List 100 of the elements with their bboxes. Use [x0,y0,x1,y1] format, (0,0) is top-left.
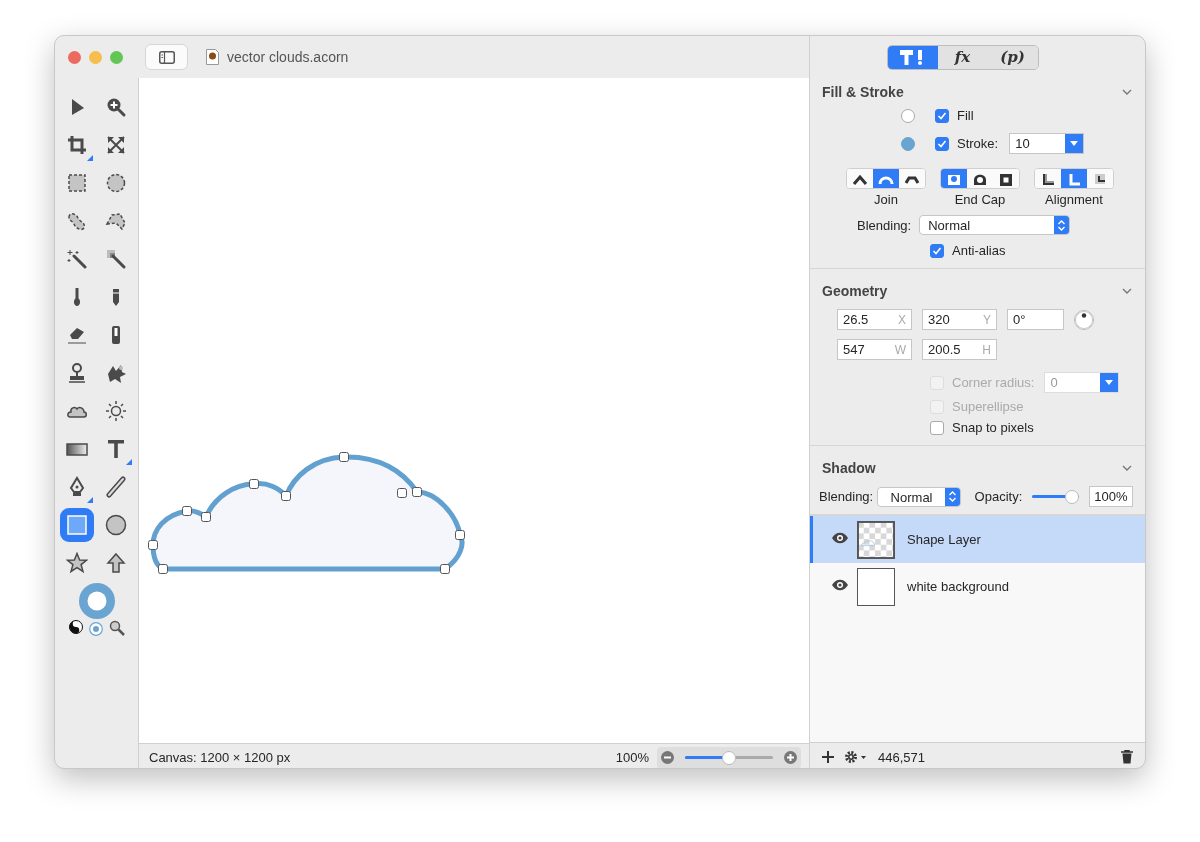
brush-tool-icon [72,286,82,308]
lasso-tool-icon [66,210,88,232]
pencil-tool-icon [111,286,121,308]
canvas-size-label: Canvas: 1200 × 1200 px [149,750,292,765]
polygon-lasso-tool-icon [105,210,127,232]
fill-label: Fill [957,108,974,123]
arrow-shape-tool-icon [105,552,127,574]
crop-tool-icon [66,134,88,156]
option-label: Snap to pixels [952,420,1034,435]
checkbox[interactable] [935,136,949,151]
rectangle-tool-icon [66,514,88,536]
group-label: Join [874,192,898,207]
dropdown-arrow-icon [1105,379,1114,386]
blending-label: Blending: [857,217,912,233]
geometry-field[interactable]: 320 Y [922,309,997,330]
layer-row[interactable]: Shape Layer [810,516,1145,563]
layer-row[interactable]: white background [810,563,1145,610]
add-icon[interactable] [822,751,834,763]
angle-dial[interactable] [1074,309,1094,330]
star-tool-icon [66,552,88,574]
geometry-field[interactable]: 200.5 H [922,339,997,360]
checkbox[interactable] [935,108,949,123]
opacity-slider[interactable] [1032,489,1080,504]
layer-name: Shape Layer [907,532,981,547]
blending-popup[interactable]: Normal [877,486,961,507]
opacity-field[interactable]: 100% [1089,486,1133,507]
miter-option-button[interactable] [847,169,873,188]
window-title: vector clouds.acorn [227,49,349,65]
yin-yang-icon[interactable] [68,620,83,634]
geometry-field[interactable]: 547 W [837,339,912,360]
eye-icon[interactable] [831,579,849,591]
checkbox[interactable] [930,420,944,435]
option-label: Superellipse [952,399,1024,414]
stepper-icon [1057,218,1067,232]
transform-tool-icon [105,134,127,156]
layer-thumbnail [857,567,895,606]
color-well[interactable] [78,583,115,619]
cursor-coordinates: 446,571 [878,749,926,765]
text-tool-icon [105,438,127,460]
target-icon[interactable] [88,622,103,636]
layer-thumbnail [857,520,895,559]
zoom-out-icon[interactable] [661,751,674,764]
center-option-button[interactable] [1061,169,1087,188]
anchor-handle[interactable] [440,564,450,574]
anchor-handle[interactable] [455,530,465,540]
stroke-label: Stroke: [957,136,999,151]
section-title: Fill & Stroke [822,84,904,100]
color-wand-tool-icon [105,248,127,270]
tool-button[interactable] [60,508,94,542]
outside-option-button[interactable] [1087,169,1113,188]
zoom-percentage: 100% [615,750,649,765]
layer-name: white background [907,579,1009,594]
sidebar-toggle-button[interactable] [145,44,188,70]
sidebar-icon [158,50,175,64]
line-tool-icon [105,476,127,498]
opacity-label: Opacity: [974,489,1023,504]
inspector-tab[interactable]: (p) [987,45,1038,69]
stamp-tool-icon [66,362,88,384]
anchor-handle[interactable] [249,479,259,489]
document-icon [206,49,219,65]
zoom-tool-icon [105,96,127,118]
blending-popup[interactable]: Normal [919,215,1071,235]
butt-option-button[interactable] [941,169,967,188]
section-title: Geometry [822,283,888,299]
anchor-handle[interactable] [148,540,158,550]
square-option-button[interactable] [993,169,1019,188]
magic-wand-tool-icon [66,248,88,270]
dropdown-arrow-icon [1070,140,1079,147]
stepper-icon [947,490,957,503]
anti-alias-label: Anti-alias [952,243,1006,258]
geometry-field[interactable]: 26.5 X [837,309,912,330]
inspector-tab[interactable]: fx [937,45,988,69]
close-button[interactable] [68,50,81,64]
round-option-button[interactable] [967,169,993,188]
inspector-tab[interactable] [887,45,938,69]
zoom-in-icon[interactable] [784,751,797,764]
gear-icon[interactable] [844,750,868,764]
checkbox[interactable] [930,243,944,258]
inside-option-button[interactable] [1035,169,1061,188]
ellipse-select-tool-icon [105,172,127,194]
eye-icon[interactable] [831,532,849,544]
zoom-slider[interactable] [685,750,773,765]
anchor-handle[interactable] [339,452,349,462]
magnifier-icon[interactable] [108,620,125,636]
group-label: End Cap [954,192,1006,207]
stroke-width-field[interactable]: 10 [1009,133,1085,154]
oval-tool-icon [105,514,127,536]
sun-tool-icon [105,400,127,422]
trash-icon[interactable] [1121,750,1133,764]
option-label: Corner radius: [952,375,1035,390]
anchor-handle[interactable] [281,491,291,501]
fill-color-well[interactable] [901,108,915,123]
rect-select-tool-icon [66,172,88,194]
section-title: Shadow [822,460,876,476]
stroke-color-well[interactable] [901,136,915,151]
anchor-handle[interactable] [158,564,168,574]
angle-field[interactable]: 0° [1007,309,1064,330]
blending-label: Blending: [819,489,874,504]
group-label: Alignment [1045,192,1103,207]
bevel-option-button[interactable] [899,169,925,188]
